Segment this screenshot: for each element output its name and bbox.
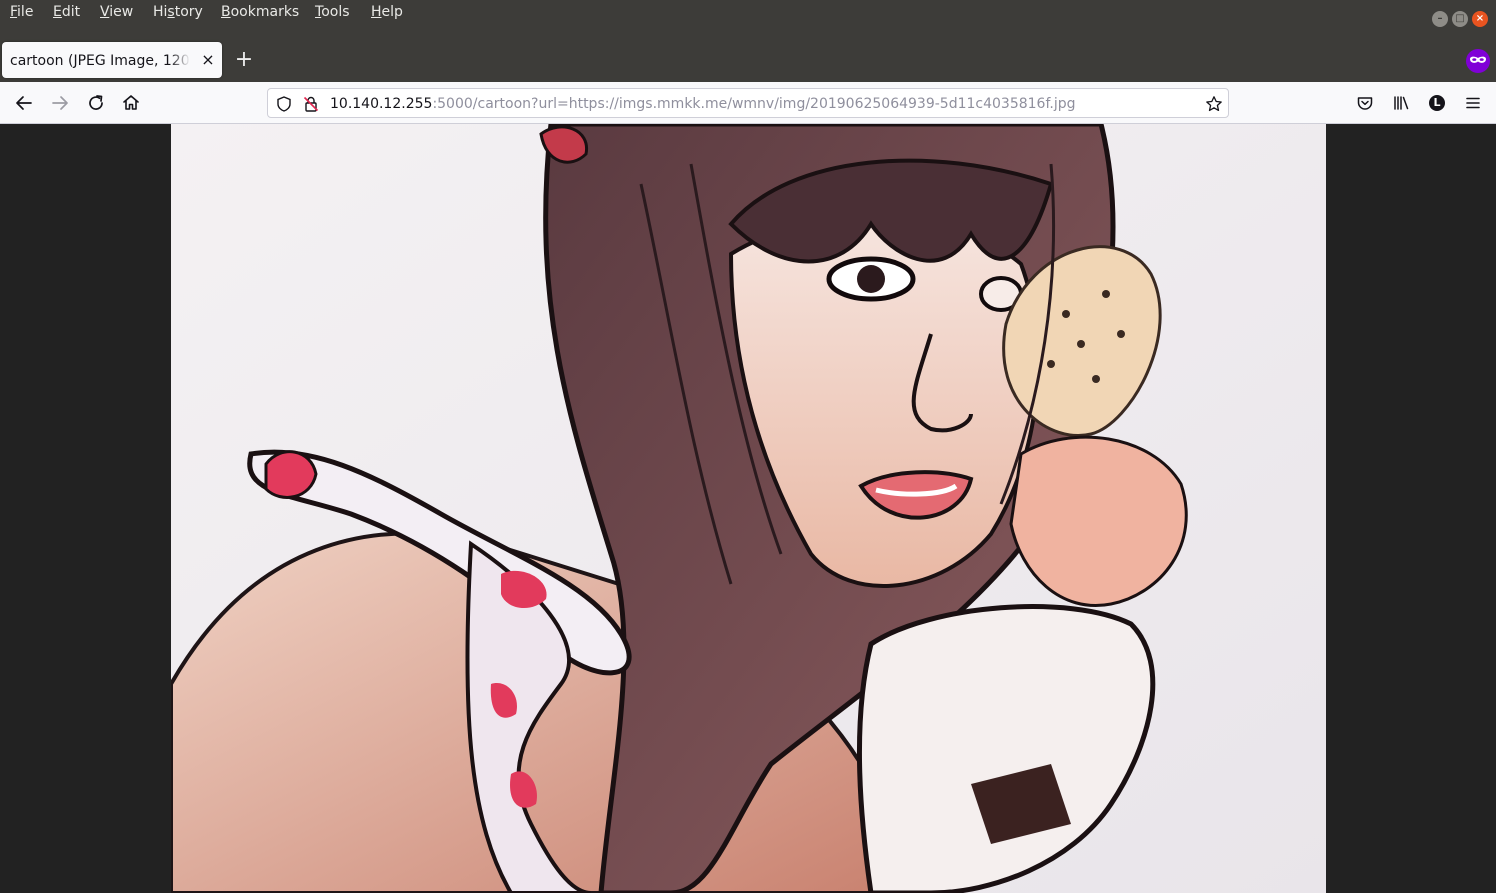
menu-tools[interactable]: Tools <box>315 3 350 23</box>
url-bar[interactable]: 10.140.12.255:5000/cartoon?url=https://i… <box>267 88 1229 118</box>
menu-edit[interactable]: Edit <box>53 3 80 23</box>
insecure-lock-icon[interactable] <box>302 95 320 113</box>
tab-cartoon[interactable]: cartoon (JPEG Image, 1200 × 800 pixels) … <box>2 42 222 78</box>
forward-icon[interactable] <box>48 91 72 115</box>
tab-strip: cartoon (JPEG Image, 1200 × 800 pixels) … <box>0 40 1496 82</box>
menu-history[interactable]: History <box>153 3 203 23</box>
mask-icon <box>1470 56 1486 63</box>
account-icon[interactable]: L <box>1425 91 1449 115</box>
cartoon-image[interactable] <box>171 124 1326 893</box>
menu-bookmarks[interactable]: Bookmarks <box>221 3 299 23</box>
tracking-protection-shield-icon[interactable] <box>275 95 293 113</box>
tab-close-icon[interactable]: × <box>199 50 217 70</box>
window-close-button[interactable]: × <box>1472 11 1488 27</box>
menu-file[interactable]: File <box>10 3 33 23</box>
cartoon-picture <box>171 124 1326 893</box>
navigation-toolbar: 10.140.12.255:5000/cartoon?url=https://i… <box>0 82 1496 124</box>
window-minimize-button[interactable]: – <box>1432 11 1448 27</box>
pocket-icon[interactable] <box>1353 91 1377 115</box>
menu-view[interactable]: View <box>100 3 133 23</box>
library-icon[interactable] <box>1389 91 1413 115</box>
menu-help[interactable]: Help <box>371 3 403 23</box>
bookmark-star-icon[interactable] <box>1205 95 1223 113</box>
back-icon[interactable] <box>12 91 36 115</box>
menu-bar: File Edit View History Bookmarks Tools H… <box>0 0 1496 40</box>
window-maximize-button[interactable]: □ <box>1452 11 1468 27</box>
account-initial: L <box>1433 96 1441 109</box>
new-tab-button[interactable]: + <box>232 48 256 72</box>
tab-title: cartoon (JPEG Image, 1200 × 800 pixels) <box>10 52 190 70</box>
reload-icon[interactable] <box>84 91 108 115</box>
home-icon[interactable] <box>119 91 143 115</box>
url-text[interactable]: 10.140.12.255:5000/cartoon?url=https://i… <box>330 95 1075 113</box>
page-content <box>0 124 1496 893</box>
private-browsing-icon <box>1466 49 1490 73</box>
hamburger-menu-icon[interactable] <box>1461 91 1485 115</box>
